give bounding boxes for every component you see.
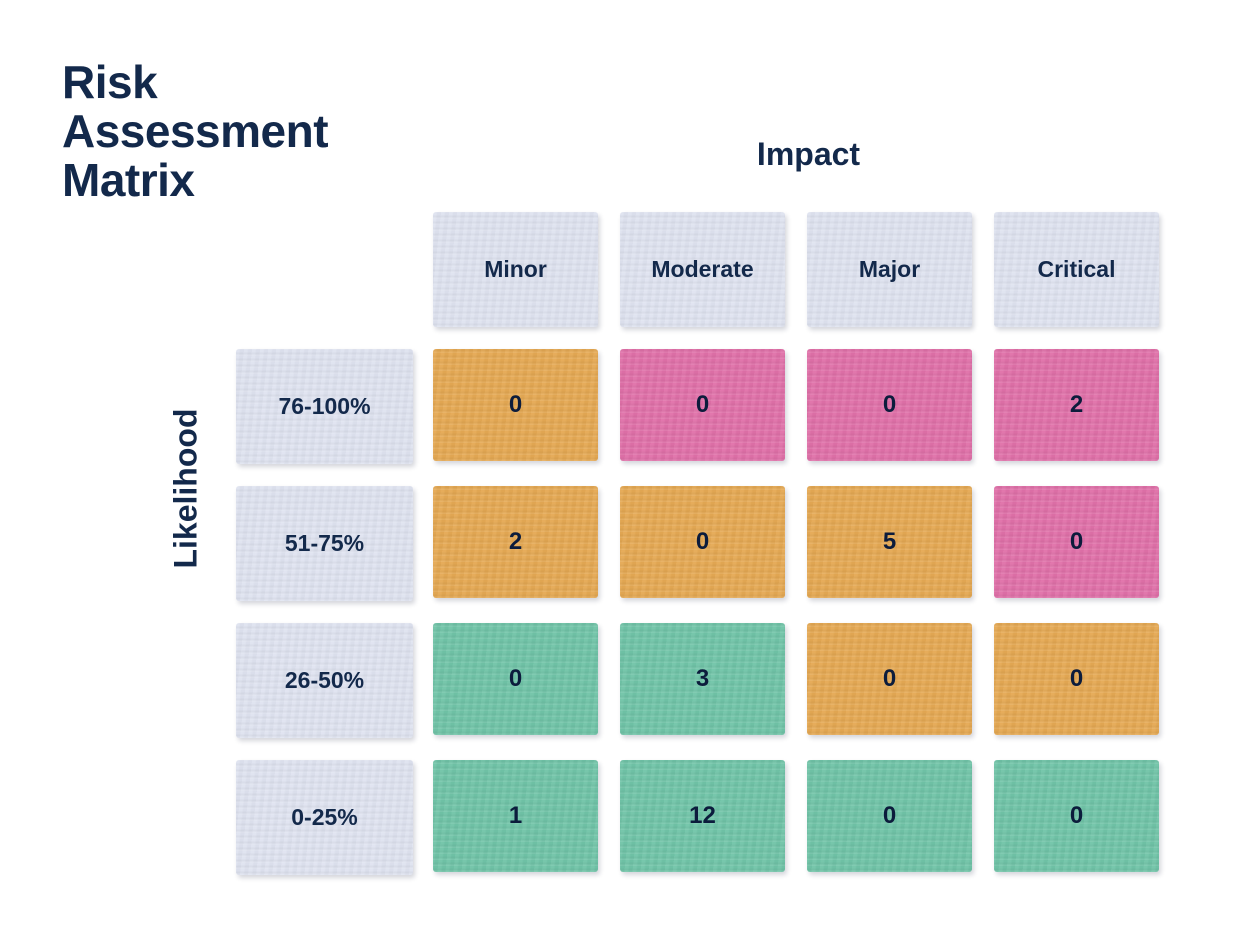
matrix-cell-r1c1[interactable]: 0 (620, 486, 785, 598)
matrix-cell-r2c0[interactable]: 0 (433, 623, 598, 735)
matrix-cell-value: 0 (882, 665, 897, 692)
matrix-cell-r3c3[interactable]: 0 (994, 760, 1159, 872)
matrix-cell-value: 0 (508, 391, 523, 418)
column-header-label: Moderate (651, 256, 754, 282)
matrix-cell-value: 5 (882, 528, 897, 555)
column-header-label: Critical (1037, 256, 1116, 282)
matrix-cell-value: 0 (1069, 802, 1084, 829)
table-row: 51-75% 2 0 5 0 (236, 486, 1159, 601)
column-header-label: Major (858, 256, 921, 282)
column-header-minor[interactable]: Minor (433, 212, 598, 327)
column-header-label: Minor (484, 256, 547, 282)
matrix-cell-r0c3[interactable]: 2 (994, 349, 1159, 461)
matrix-cell-value: 0 (882, 391, 897, 418)
matrix-cell-r2c2[interactable]: 0 (807, 623, 972, 735)
matrix-cell-value: 0 (695, 528, 710, 555)
likelihood-axis-label: Likelihood (167, 408, 204, 569)
column-header-moderate[interactable]: Moderate (620, 212, 785, 327)
matrix-cell-value: 1 (508, 802, 523, 829)
matrix-cell-r3c0[interactable]: 1 (433, 760, 598, 872)
row-header-0-25[interactable]: 0-25% (236, 760, 413, 875)
impact-axis-label: Impact (756, 136, 861, 172)
page-title: Risk Assessment Matrix (62, 56, 329, 206)
matrix-cell-r0c2[interactable]: 0 (807, 349, 972, 461)
table-row: 0-25% 1 12 0 0 (236, 760, 1159, 875)
matrix-cell-r0c0[interactable]: 0 (433, 349, 598, 461)
matrix-cell-r3c2[interactable]: 0 (807, 760, 972, 872)
matrix-cell-r2c3[interactable]: 0 (994, 623, 1159, 735)
row-header-label: 0-25% (291, 804, 358, 830)
matrix-cell-r1c3[interactable]: 0 (994, 486, 1159, 598)
matrix-cell-r1c2[interactable]: 5 (807, 486, 972, 598)
row-header-label: 26-50% (284, 667, 365, 693)
matrix-cell-value: 0 (1069, 528, 1084, 555)
column-header-row: Minor Moderate Major Critical (236, 212, 1159, 327)
row-header-label: 76-100% (278, 393, 371, 419)
matrix-cell-value: 0 (882, 802, 897, 829)
grid-corner-spacer (236, 212, 413, 327)
risk-matrix-grid: Minor Moderate Major Critical 76-100% 0 … (236, 212, 1159, 875)
matrix-cell-r2c1[interactable]: 3 (620, 623, 785, 735)
matrix-cell-r0c1[interactable]: 0 (620, 349, 785, 461)
matrix-cell-value: 2 (508, 528, 523, 555)
matrix-cell-value: 3 (695, 665, 710, 692)
column-header-critical[interactable]: Critical (994, 212, 1159, 327)
table-row: 26-50% 0 3 0 0 (236, 623, 1159, 738)
table-row: 76-100% 0 0 0 2 (236, 349, 1159, 464)
row-header-label: 51-75% (284, 530, 365, 556)
matrix-cell-value: 12 (689, 802, 716, 829)
row-header-76-100[interactable]: 76-100% (236, 349, 413, 464)
matrix-cell-value: 2 (1069, 391, 1084, 418)
row-header-51-75[interactable]: 51-75% (236, 486, 413, 601)
column-header-major[interactable]: Major (807, 212, 972, 327)
row-header-26-50[interactable]: 26-50% (236, 623, 413, 738)
matrix-cell-value: 0 (695, 391, 710, 418)
matrix-cell-r3c1[interactable]: 12 (620, 760, 785, 872)
matrix-cell-value: 0 (1069, 665, 1084, 692)
matrix-cell-value: 0 (508, 665, 523, 692)
matrix-cell-r1c0[interactable]: 2 (433, 486, 598, 598)
